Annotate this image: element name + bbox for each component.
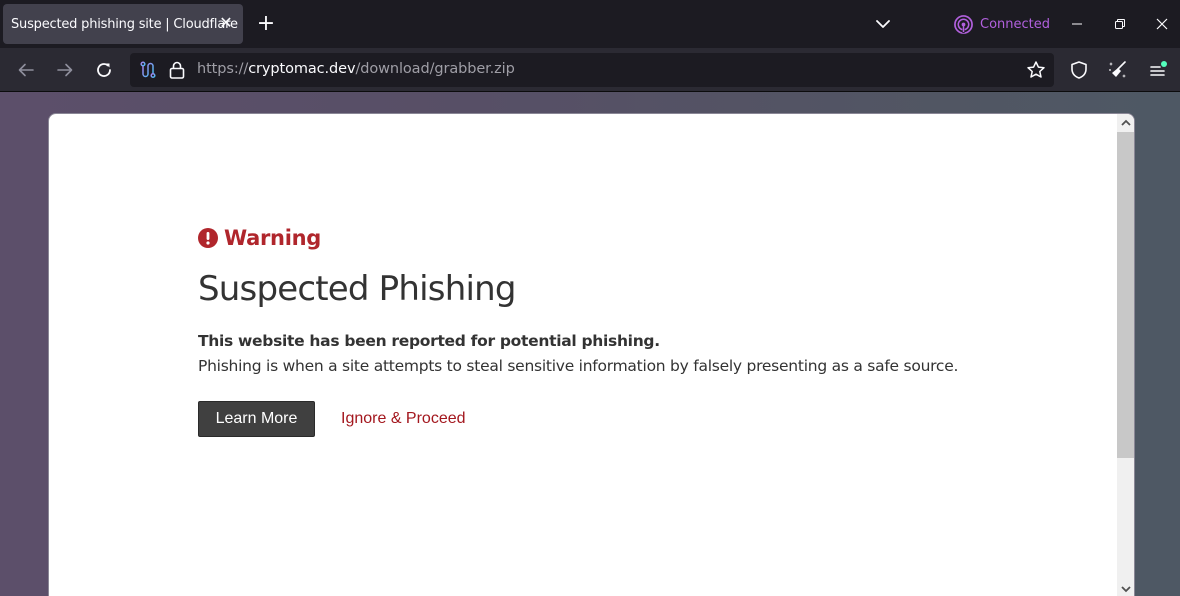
tab-title: Suspected phishing site | Cloudflare [11,16,238,32]
new-tab-button[interactable]: + [254,12,278,36]
scroll-down-button[interactable] [1117,580,1134,596]
lock-icon [169,61,185,79]
chevron-up-icon [1120,119,1131,126]
back-button[interactable] [12,56,40,84]
url-scheme: https:// [197,61,249,77]
star-icon [1027,61,1045,78]
chevron-down-icon [876,20,890,28]
navigation-toolbar: https://cryptomac.dev/download/grabber.z… [0,48,1180,92]
vpn-status[interactable]: Connected [954,13,1050,35]
permissions-button[interactable] [138,60,158,80]
learn-more-button[interactable]: Learn More [198,401,315,437]
vpn-status-label: Connected [980,16,1051,32]
forget-button[interactable] [1104,56,1132,84]
arrow-left-icon [18,63,34,77]
app-menu-button[interactable] [1144,56,1172,84]
reload-icon [97,63,111,77]
shield-icon [1071,61,1087,79]
hamburger-menu-icon [1150,61,1167,76]
site-security-button[interactable] [167,60,187,80]
phishing-warning-page: Warning Suspected Phishing This website … [48,113,1135,596]
warning-heading: Warning [198,226,321,250]
url-bar[interactable]: https://cryptomac.dev/download/grabber.z… [130,53,1054,87]
warning-lead: This website has been reported for poten… [198,332,660,350]
restore-button[interactable] [1108,12,1132,36]
chevron-down-icon [1120,585,1131,592]
url-host: cryptomac.dev [248,61,356,77]
arrow-right-icon [57,63,73,77]
vpn-signal-icon [954,14,973,34]
permissions-icon [140,61,156,79]
tab-strip: Suspected phishing site | Cloudflare ✕ +… [0,0,1180,48]
scrollbar-thumb[interactable] [1117,132,1134,458]
tab-list-button[interactable] [872,13,894,35]
url-path: /download/grabber.zip [355,61,515,77]
reload-button[interactable] [90,56,118,84]
minimize-icon [1072,23,1082,25]
close-window-button[interactable] [1150,12,1174,36]
broom-sparkle-icon [1109,61,1126,78]
tab-active[interactable]: Suspected phishing site | Cloudflare ✕ [3,4,243,44]
restore-icon [1115,19,1125,29]
warning-label: Warning [224,226,321,250]
url-text[interactable]: https://cryptomac.dev/download/grabber.z… [197,61,515,77]
tab-close-icon[interactable]: ✕ [218,14,234,32]
scroll-up-button[interactable] [1117,114,1134,131]
ignore-proceed-link[interactable]: Ignore & Proceed [341,410,466,428]
tracking-protection-button[interactable] [1065,56,1093,84]
vertical-scrollbar[interactable] [1117,114,1134,596]
close-icon [1156,18,1168,30]
bookmark-button[interactable] [1026,60,1046,80]
minimize-button[interactable] [1065,12,1089,36]
forward-button[interactable] [51,56,79,84]
warning-description: Phishing is when a site attempts to stea… [198,357,959,375]
page-title: Suspected Phishing [198,269,516,309]
update-badge [1161,61,1167,67]
exclamation-circle-icon [198,228,218,248]
